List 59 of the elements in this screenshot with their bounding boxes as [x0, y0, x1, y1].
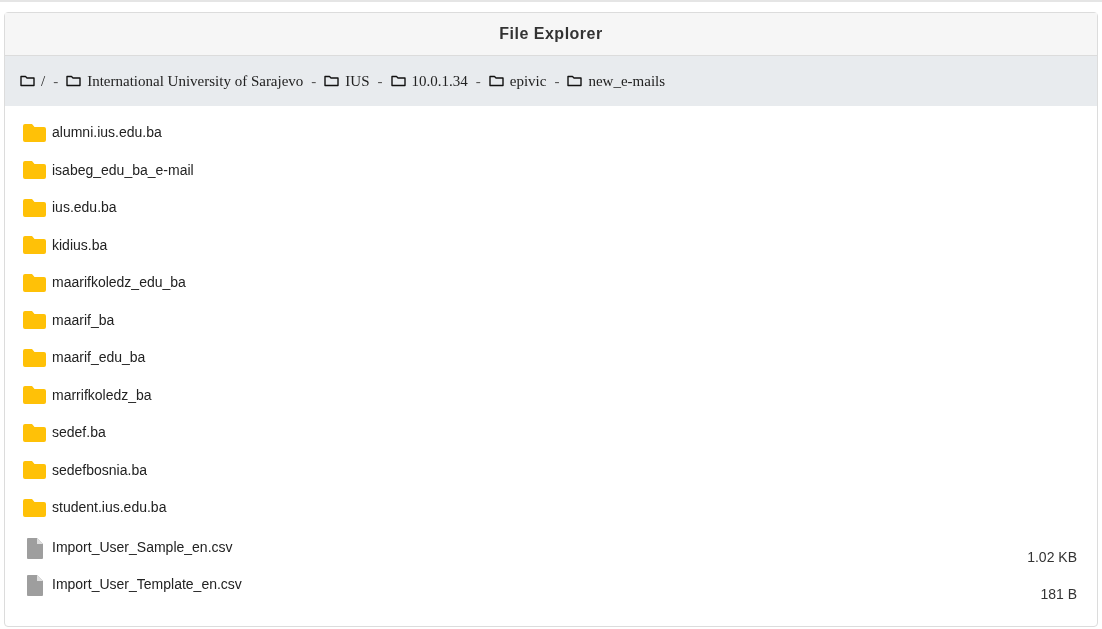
folder-name: maarif_edu_ba: [52, 348, 146, 368]
folder-name: isabeg_edu_ba_e-mail: [52, 160, 194, 180]
window-title: File Explorer: [499, 24, 603, 44]
folder-name: alumni.ius.edu.ba: [52, 123, 162, 143]
breadcrumb-link[interactable]: new_e-mails: [567, 69, 666, 93]
file-name: Import_User_Sample_en.csv: [52, 537, 233, 557]
folder-row[interactable]: sedefbosnia.ba: [5, 451, 1097, 489]
folder-icon: [66, 75, 82, 87]
file-size: 181 B: [1040, 585, 1077, 604]
folder-icon: [23, 273, 46, 292]
folder-icon: [20, 75, 35, 87]
breadcrumb-separator: -: [377, 71, 383, 91]
breadcrumb-link[interactable]: /: [20, 69, 46, 93]
folder-icon: [324, 75, 340, 87]
folder-icon: [23, 311, 46, 330]
file-size: 1.02 KB: [1027, 547, 1077, 567]
folder-name: ius.edu.ba: [52, 198, 117, 218]
file-name: Import_User_Template_en.csv: [52, 575, 242, 594]
folder-name: maarifkoledz_edu_ba: [52, 273, 186, 293]
folder-icon: [488, 75, 504, 87]
folder-name: kidius.ba: [52, 235, 108, 255]
folder-row[interactable]: kidius.ba: [5, 226, 1097, 264]
breadcrumb-link[interactable]: IUS: [324, 69, 370, 93]
folder-row[interactable]: marrifkoledz_ba: [5, 376, 1097, 414]
breadcrumb-separator: -: [475, 71, 481, 91]
folder-icon: [23, 198, 46, 217]
folder-row[interactable]: maarif_edu_ba: [5, 339, 1097, 377]
folder-icon: [23, 498, 46, 517]
folder-icon: [23, 386, 46, 405]
folder-row[interactable]: student.ius.edu.ba: [5, 489, 1097, 527]
folder-icon: [23, 461, 46, 480]
breadcrumb-link[interactable]: 10.0.1.34: [390, 69, 468, 93]
file-row[interactable]: Import_User_Sample_en.csv 1.02 KB: [5, 526, 1097, 564]
breadcrumb-separator: -: [554, 71, 560, 91]
folder-icon: [23, 348, 46, 367]
folder-name: sedef.ba: [52, 423, 106, 443]
folder-row[interactable]: maarifkoledz_edu_ba: [5, 264, 1097, 302]
breadcrumb-separator: -: [53, 71, 59, 91]
breadcrumb-link[interactable]: International University of Sarajevo: [66, 69, 304, 93]
file-icon: [27, 575, 43, 596]
folder-row[interactable]: ius.edu.ba: [5, 189, 1097, 227]
folder-row[interactable]: alumni.ius.edu.ba: [5, 114, 1097, 152]
breadcrumb-separator: -: [311, 71, 317, 91]
folder-row[interactable]: isabeg_edu_ba_e-mail: [5, 151, 1097, 189]
file-icon: [27, 537, 43, 559]
folder-icon: [23, 123, 46, 142]
folder-icon: [23, 236, 46, 255]
breadcrumb-link[interactable]: epivic: [488, 69, 547, 93]
folder-name: student.ius.edu.ba: [52, 498, 167, 518]
folder-row[interactable]: sedef.ba: [5, 414, 1097, 452]
folder-icon: [567, 75, 583, 87]
folder-icon: [390, 75, 406, 87]
folder-name: sedefbosnia.ba: [52, 460, 147, 480]
folder-name: marrifkoledz_ba: [52, 385, 152, 405]
file-row[interactable]: Import_User_Template_en.csv 181 B: [5, 564, 1097, 602]
folder-icon: [23, 161, 46, 180]
folder-icon: [23, 423, 46, 442]
folder-row[interactable]: maarif_ba: [5, 301, 1097, 339]
folder-name: maarif_ba: [52, 310, 115, 330]
